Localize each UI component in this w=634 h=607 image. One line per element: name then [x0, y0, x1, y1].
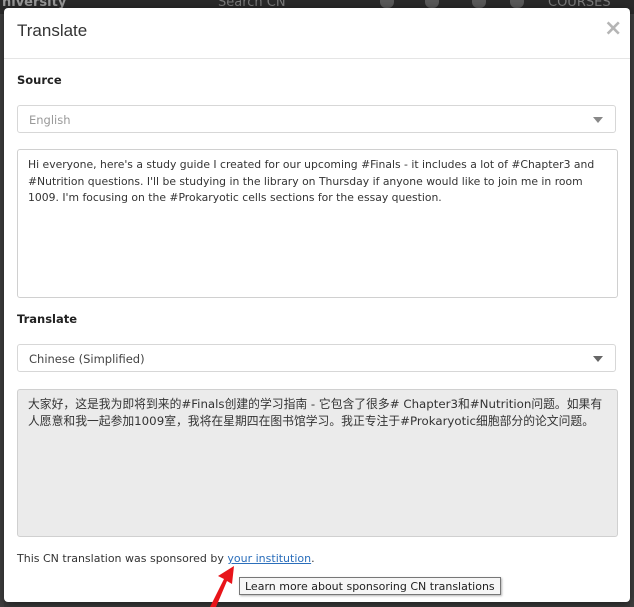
background-mail-icon [425, 0, 439, 8]
translated-text-output: 大家好，这是我为即将到来的#Finals创建的学习指南 - 它包含了很多# Ch… [17, 389, 618, 537]
source-text-input[interactable]: Hi everyone, here's a study guide I crea… [17, 149, 618, 298]
sponsor-prefix: This CN translation was sponsored by [17, 552, 228, 565]
sponsor-note: This CN translation was sponsored by you… [17, 552, 315, 565]
sponsor-suffix: . [311, 552, 315, 565]
institution-link[interactable]: your institution [227, 552, 311, 565]
red-arrow-icon [210, 566, 234, 607]
translate-modal: Translate × Source English Hi everyone, … [4, 8, 630, 602]
target-language-select[interactable]: Chinese (Simplified) [17, 344, 616, 372]
background-bell-icon [380, 0, 394, 8]
background-user-icon [472, 0, 486, 8]
sponsor-tooltip: Learn more about sponsoring CN translati… [239, 577, 501, 595]
source-language-value: English [29, 113, 71, 127]
modal-header: Translate × [4, 8, 630, 59]
background-right [630, 14, 634, 607]
chevron-down-icon [593, 356, 603, 362]
close-icon[interactable]: × [604, 18, 622, 40]
source-label: Source [17, 73, 62, 87]
chevron-down-icon [593, 117, 603, 123]
modal-title: Translate [17, 21, 88, 40]
background-chat-icon [510, 0, 524, 8]
target-language-value: Chinese (Simplified) [29, 352, 145, 366]
translate-label: Translate [17, 312, 78, 326]
source-language-select[interactable]: English [17, 105, 616, 133]
